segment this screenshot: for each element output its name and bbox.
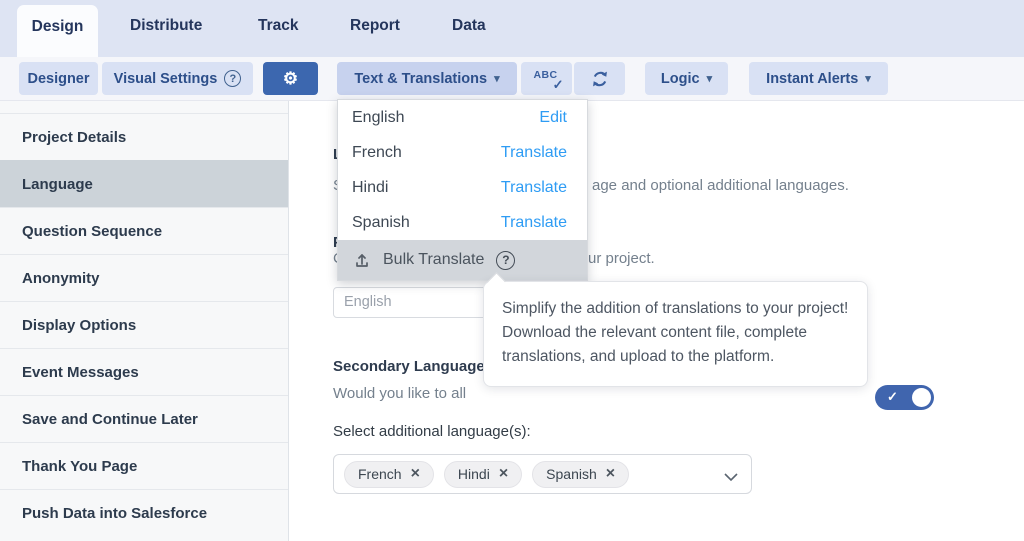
tab-track[interactable]: Track: [258, 17, 299, 35]
chip-spanish-label: Spanish: [546, 466, 597, 482]
bulk-translate-item[interactable]: Bulk Translate ?: [338, 240, 587, 280]
design-toolbar: Designer Visual Settings ? ⚙ Text & Tran…: [0, 57, 1024, 101]
caret-down-icon: ▾: [494, 73, 500, 85]
settings-sidebar: Project Details Language Question Sequen…: [0, 101, 289, 541]
tab-data[interactable]: Data: [452, 17, 486, 35]
help-circle-icon[interactable]: ?: [496, 250, 516, 270]
sidebar-item-display-options[interactable]: Display Options: [0, 301, 288, 348]
bulk-translate-tooltip: Simplify the addition of translations to…: [483, 281, 868, 387]
instant-alerts-button[interactable]: Instant Alerts ▾: [749, 62, 888, 95]
app-window: Design Distribute Track Report Data Desi…: [0, 0, 1024, 541]
sidebar-item-language[interactable]: Language: [0, 160, 288, 207]
translations-dropdown-menu: English Edit French Translate Hindi Tran…: [337, 99, 588, 281]
top-tab-bar: Design Distribute Track Report Data: [0, 0, 1024, 57]
tab-distribute[interactable]: Distribute: [130, 17, 202, 35]
gear-icon: ⚙: [282, 68, 299, 88]
text-translations-label: Text & Translations: [354, 70, 488, 87]
text-translations-button[interactable]: Text & Translations ▾: [337, 62, 517, 95]
sync-icon: [590, 69, 610, 89]
find-replace-button[interactable]: [574, 62, 625, 95]
instant-alerts-label: Instant Alerts: [766, 70, 859, 87]
spellcheck-icon: ABC ✓: [533, 68, 564, 92]
sidebar-item-thank-you-page[interactable]: Thank You Page: [0, 442, 288, 489]
tab-design[interactable]: Design: [17, 5, 98, 57]
menu-row-english: English Edit: [338, 100, 587, 135]
tab-report[interactable]: Report: [350, 17, 400, 35]
settings-gear-button[interactable]: ⚙: [263, 62, 318, 95]
sidebar-item-project-details[interactable]: Project Details: [0, 113, 288, 160]
edit-link[interactable]: Edit: [539, 109, 567, 127]
close-icon[interactable]: ×: [606, 466, 615, 482]
chip-hindi-label: Hindi: [457, 466, 490, 482]
menu-language-label: French: [352, 143, 402, 161]
visual-settings-label: Visual Settings: [113, 70, 218, 87]
designer-button[interactable]: Designer: [19, 62, 98, 95]
menu-row-hindi: Hindi Translate: [338, 170, 587, 205]
upload-icon: [353, 251, 371, 269]
sidebar-item-push-data-salesforce[interactable]: Push Data into Salesforce: [0, 489, 288, 536]
close-icon[interactable]: ×: [411, 466, 420, 482]
sidebar-item-save-and-continue[interactable]: Save and Continue Later: [0, 395, 288, 442]
logic-button-label: Logic: [660, 70, 700, 87]
translate-link[interactable]: Translate: [501, 179, 567, 197]
tooltip-text: Simplify the addition of translations to…: [502, 300, 849, 365]
close-icon[interactable]: ×: [499, 466, 508, 482]
secondary-languages-subtitle: Would you like to all: [333, 385, 467, 402]
caret-down-icon: ▾: [865, 73, 871, 85]
bulk-translate-label: Bulk Translate: [383, 251, 485, 268]
menu-row-spanish: Spanish Translate: [338, 205, 587, 240]
additional-languages-select[interactable]: French × Hindi × Spanish ×: [333, 454, 752, 494]
sidebar-item-anonymity[interactable]: Anonymity: [0, 254, 288, 301]
spellcheck-button[interactable]: ABC ✓: [521, 62, 572, 95]
additional-languages-label: Select additional language(s):: [333, 423, 531, 440]
menu-row-french: French Translate: [338, 135, 587, 170]
language-subtitle-end: age and optional additional languages.: [592, 177, 849, 194]
menu-language-label: Spanish: [352, 213, 410, 231]
translate-link[interactable]: Translate: [501, 144, 567, 162]
secondary-languages-heading: Secondary Languages: [333, 358, 494, 375]
sidebar-item-question-sequence[interactable]: Question Sequence: [0, 207, 288, 254]
chip-hindi: Hindi ×: [443, 460, 523, 488]
check-icon: ✓: [887, 389, 898, 404]
designer-button-label: Designer: [27, 70, 90, 87]
menu-language-label: Hindi: [352, 178, 389, 196]
chip-spanish: Spanish ×: [532, 460, 630, 488]
translate-link[interactable]: Translate: [501, 214, 567, 232]
chip-french-label: French: [358, 466, 402, 482]
visual-settings-button[interactable]: Visual Settings ?: [102, 62, 253, 95]
toggle-knob: [912, 388, 931, 407]
menu-language-label: English: [352, 108, 405, 126]
chip-french: French ×: [344, 460, 434, 488]
help-circle-icon[interactable]: ?: [224, 70, 242, 87]
secondary-languages-toggle[interactable]: ✓: [875, 385, 934, 410]
sidebar-item-event-messages[interactable]: Event Messages: [0, 348, 288, 395]
logic-button[interactable]: Logic ▾: [645, 62, 728, 95]
caret-down-icon: ▾: [706, 73, 713, 85]
primary-subtitle-end: ur project.: [588, 250, 655, 267]
chevron-down-icon[interactable]: [724, 469, 738, 487]
